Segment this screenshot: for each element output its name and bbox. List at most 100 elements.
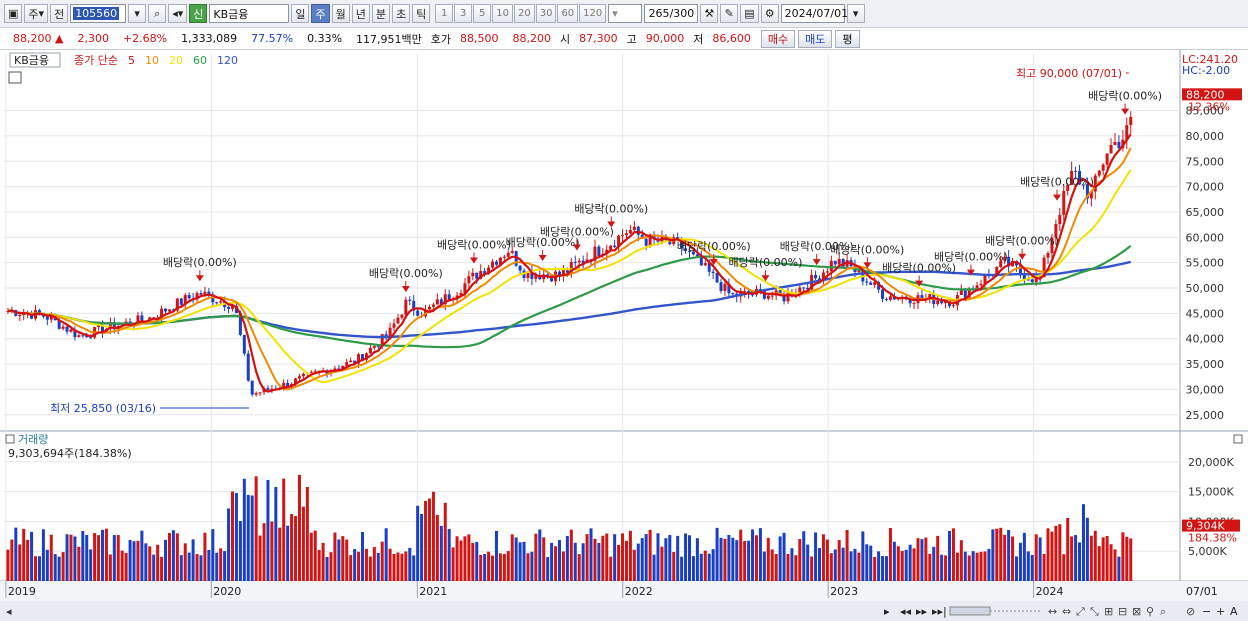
volume-bar <box>234 493 238 581</box>
volume-bar <box>93 533 97 581</box>
current-price-value: 88,200 <box>13 32 52 45</box>
count-field[interactable]: 265/300 <box>644 4 699 23</box>
volume-bar <box>309 532 313 581</box>
volume-title: 거래량 <box>18 433 48 446</box>
hc-label: HC:-2.00 <box>1182 64 1230 77</box>
volume-bar <box>140 530 144 581</box>
interval-tab-20[interactable]: 20 <box>513 4 535 23</box>
volume-bar <box>821 534 825 581</box>
volume-bar <box>73 536 77 581</box>
draw-icon[interactable]: ✎ <box>720 4 739 23</box>
chart-tools-icon[interactable]: ⚒ <box>700 4 719 23</box>
interval-tab-1[interactable]: 1 <box>435 4 454 23</box>
gear-icon[interactable]: ⚙ <box>760 4 779 23</box>
volume-bar <box>601 535 605 581</box>
period-tab-3[interactable]: 년 <box>351 4 370 23</box>
period-tab-2[interactable]: 월 <box>331 4 350 23</box>
interval-tab-60[interactable]: 60 <box>557 4 579 23</box>
speaker-icon[interactable]: ◂▾ <box>168 4 188 23</box>
volume-bar <box>1003 534 1007 581</box>
dropdown-icon[interactable]: ▾ <box>128 4 147 23</box>
candle-body <box>491 261 495 268</box>
volume-bar <box>97 535 101 581</box>
volume-bar <box>703 550 707 581</box>
save-icon[interactable]: ▤ <box>740 4 759 23</box>
volume-bar <box>77 546 81 581</box>
y-tick-label-6: 55,000 <box>1186 257 1225 270</box>
volume-bar <box>695 538 699 581</box>
volume-bar <box>286 525 290 581</box>
candle-body <box>431 304 435 307</box>
volume-bar <box>786 553 790 581</box>
volume-bar <box>1125 536 1129 581</box>
volume-value: 1,333,089 <box>181 32 238 45</box>
candle-body <box>1105 153 1109 165</box>
vol-last-pct: 184.38% <box>1188 532 1237 545</box>
stock-code-input[interactable]: 105560 <box>70 4 127 23</box>
stock-chart[interactable]: 85,00080,00075,00070,00065,00060,00055,0… <box>0 50 1248 621</box>
volume-bar <box>400 553 404 581</box>
candle-body <box>1046 253 1050 258</box>
candle-body <box>416 310 420 316</box>
volume-bar <box>715 527 719 581</box>
period-tab-5[interactable]: 초 <box>391 4 411 23</box>
y-tick-label-12: 25,000 <box>1186 409 1225 422</box>
period-tab-1[interactable]: 주 <box>311 4 330 23</box>
volume-bar <box>349 555 353 581</box>
volume-bar <box>920 539 924 581</box>
date-field[interactable]: 2024/07/01 <box>780 4 848 23</box>
volume-bar <box>900 550 904 581</box>
volume-bar <box>199 555 203 581</box>
candle-body <box>258 392 262 394</box>
period-tab-0[interactable]: 일 <box>291 4 310 23</box>
volume-bar <box>743 540 747 581</box>
window-icon[interactable]: ▣ <box>4 4 23 23</box>
dividend-label-1: 배당락(0.00%) <box>369 267 443 280</box>
volume-bar <box>53 554 57 581</box>
legend-label: 종가 단순 <box>74 54 118 67</box>
candle-body <box>884 298 888 300</box>
volume-bar <box>597 542 601 581</box>
interval-tab-30[interactable]: 30 <box>535 4 557 23</box>
volume-bar <box>81 530 85 581</box>
quote-bar: 88,200 ▲ 2,300 +2.68% 1,333,089 77.57% 0… <box>0 28 1248 50</box>
vol-tick-label-0: 20,000K <box>1188 456 1234 469</box>
search-icon[interactable]: ⌕ <box>148 4 167 23</box>
volume-bar <box>794 555 798 581</box>
volume-bar <box>22 528 26 581</box>
period-tab-6[interactable]: 틱 <box>412 4 431 23</box>
dividend-label-6: 배당락(0.00%) <box>677 240 751 253</box>
volume-bar <box>747 540 751 581</box>
period-select[interactable]: 주 ▾ <box>24 4 49 23</box>
stock-name-field[interactable]: KB금융 <box>209 4 290 23</box>
volume-bar <box>782 532 786 581</box>
interval-tab-120[interactable]: 120 <box>579 4 607 23</box>
interval-tab-3[interactable]: 3 <box>454 4 473 23</box>
volume-bar <box>711 549 715 581</box>
buy-button[interactable]: 매수 <box>760 29 796 48</box>
volume-bar <box>735 540 739 581</box>
interval-tab-10[interactable]: 10 <box>492 4 513 23</box>
volume-bar <box>219 548 223 581</box>
candle-body <box>936 300 940 305</box>
volume-bar <box>416 505 420 581</box>
sell-button[interactable]: 매도 <box>798 29 833 48</box>
interval-dropdown[interactable]: ▾ <box>608 4 643 23</box>
volume-bar <box>581 543 585 581</box>
volume-bar <box>999 527 1003 581</box>
interval-tab-5[interactable]: 5 <box>473 4 492 23</box>
period-tab-4[interactable]: 분 <box>371 4 390 23</box>
x-tick-label-1: 2020 <box>213 585 241 598</box>
volume-bar <box>888 527 892 581</box>
candle-body <box>250 380 254 395</box>
prev-button[interactable]: 전 <box>50 4 69 23</box>
volume-bar <box>814 532 818 581</box>
calendar-dropdown[interactable]: ▾ <box>846 4 865 23</box>
volume-bar <box>975 552 979 581</box>
volume-bar <box>912 548 916 581</box>
turnover-rate: 0.33% <box>307 32 343 45</box>
avg-button[interactable]: 평 <box>835 29 860 48</box>
candle-body <box>187 295 191 299</box>
tool-icon-3: ⤡ <box>1090 605 1099 618</box>
open-label: 시 <box>560 32 571 46</box>
